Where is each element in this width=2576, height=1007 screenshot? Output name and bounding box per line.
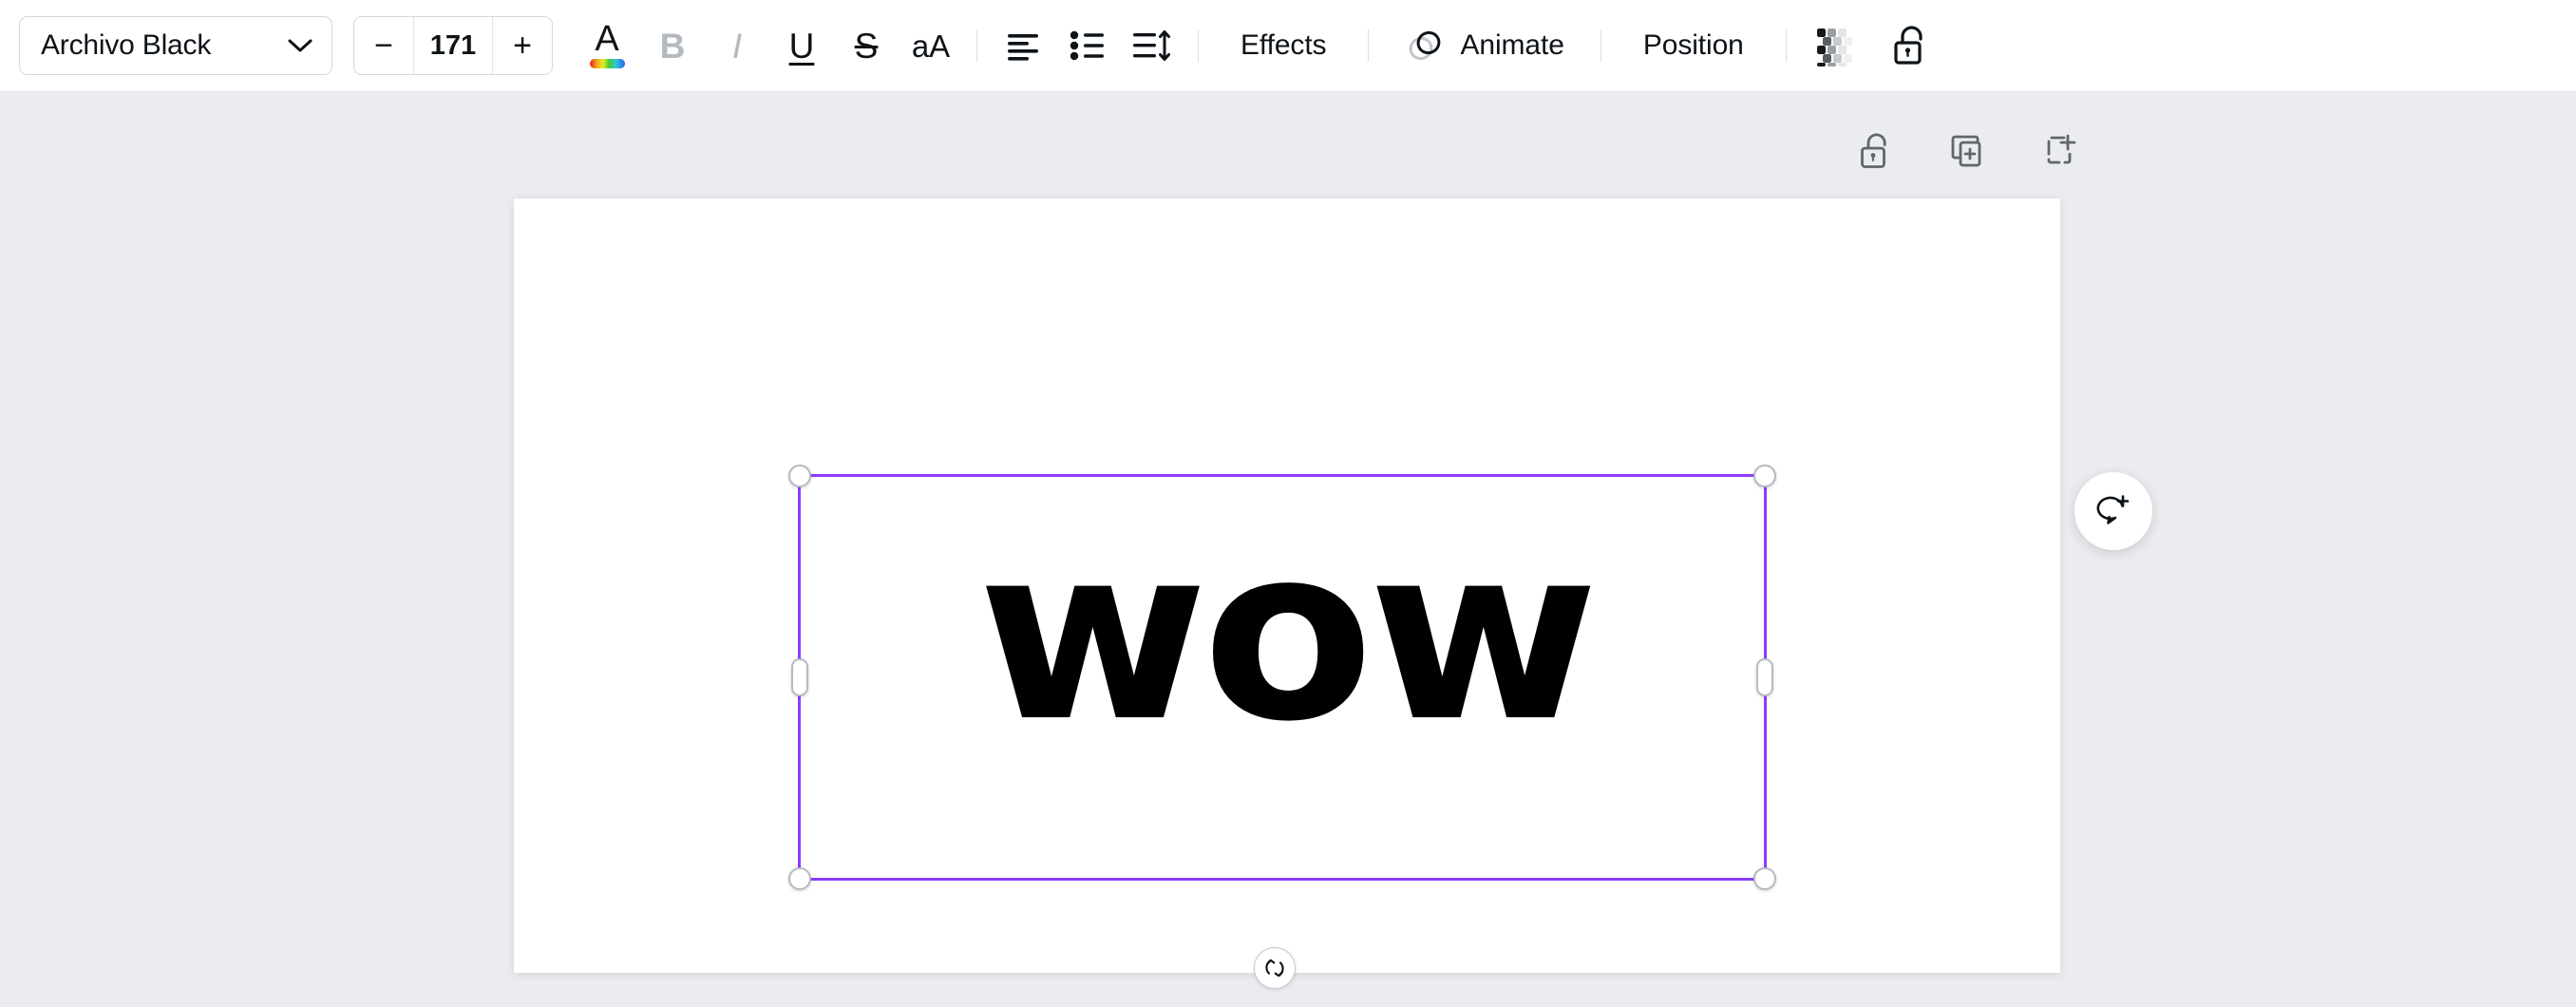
rotate-icon: [1262, 956, 1287, 980]
letter-case-button[interactable]: aA: [899, 0, 963, 92]
text-color-button[interactable]: A: [574, 0, 640, 92]
resize-handle-middle-right[interactable]: [1756, 658, 1773, 696]
transparency-icon: [1815, 24, 1859, 67]
text-toolbar: Archivo Black − 171 + A B I U S aA: [0, 0, 2576, 92]
underline-button[interactable]: U: [769, 0, 834, 92]
resize-handle-top-left[interactable]: [788, 465, 811, 487]
line-spacing-icon: [1131, 29, 1173, 62]
resize-handle-bottom-right[interactable]: [1753, 867, 1776, 890]
text-color-letter: A: [595, 23, 618, 55]
unlock-icon: [1890, 23, 1932, 68]
strikethrough-icon: S: [855, 28, 879, 64]
bold-button[interactable]: B: [640, 0, 705, 92]
resize-handle-top-right[interactable]: [1753, 465, 1776, 487]
underline-icon: U: [789, 28, 815, 64]
rotate-handle[interactable]: [1254, 947, 1296, 989]
font-size-increase-button[interactable]: +: [493, 17, 552, 74]
bullet-list-button[interactable]: [1055, 0, 1120, 92]
font-size-stepper[interactable]: − 171 +: [353, 16, 553, 75]
effects-button[interactable]: Effects: [1212, 0, 1354, 92]
toolbar-divider: [976, 29, 977, 62]
line-spacing-button[interactable]: [1120, 0, 1184, 92]
letter-case-icon: aA: [912, 30, 950, 62]
duplicate-page-button[interactable]: [1946, 130, 1988, 177]
canvas-workspace: wow: [0, 92, 2576, 1007]
transparency-button[interactable]: [1800, 0, 1874, 92]
duplicate-icon: [1946, 130, 1988, 172]
add-page-button[interactable]: [2039, 130, 2081, 177]
add-page-icon: [2039, 130, 2081, 172]
animate-label: Animate: [1460, 29, 1563, 62]
text-color-icon: [590, 59, 625, 68]
lock-button[interactable]: [1874, 0, 1948, 92]
toolbar-divider: [1786, 29, 1787, 62]
chevron-down-icon: [288, 39, 313, 53]
font-size-decrease-button[interactable]: −: [354, 17, 413, 74]
animate-button[interactable]: Animate: [1382, 0, 1586, 92]
resize-handle-middle-left[interactable]: [791, 658, 808, 696]
align-left-icon: [1004, 29, 1042, 62]
font-family-label: Archivo Black: [41, 29, 211, 62]
resize-handle-bottom-left[interactable]: [788, 867, 811, 890]
bold-icon: B: [660, 28, 686, 64]
position-button[interactable]: Position: [1615, 0, 1772, 92]
animate-icon: [1405, 26, 1445, 66]
add-comment-icon: [2093, 491, 2133, 531]
font-size-input[interactable]: 171: [413, 17, 493, 74]
bullet-list-icon: [1069, 29, 1107, 62]
toolbar-divider: [1368, 29, 1369, 62]
text-element-wow[interactable]: wow: [782, 524, 1790, 746]
font-family-dropdown[interactable]: Archivo Black: [19, 16, 332, 75]
unlock-icon: [1857, 130, 1895, 172]
italic-button[interactable]: I: [705, 0, 769, 92]
strikethrough-button[interactable]: S: [834, 0, 899, 92]
toolbar-divider: [1198, 29, 1199, 62]
add-comment-button[interactable]: [2074, 472, 2152, 550]
page-lock-button[interactable]: [1857, 130, 1895, 177]
text-align-button[interactable]: [991, 0, 1055, 92]
page-tools: [1857, 130, 2081, 177]
italic-icon: I: [732, 28, 742, 64]
